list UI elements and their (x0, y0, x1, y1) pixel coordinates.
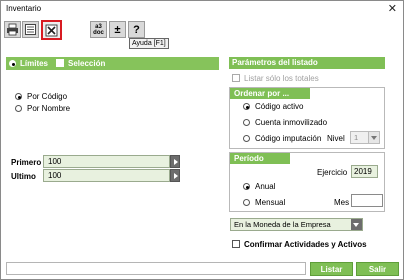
list-icon (25, 24, 36, 35)
primero-lookup-button[interactable] (170, 155, 180, 168)
moneda-select[interactable]: En la Moneda de la Empresa (230, 218, 363, 231)
seleccion-checkbox[interactable] (56, 59, 64, 67)
plus-minus-icon: ± (114, 23, 121, 36)
cuenta-inmovilizado-label: Cuenta inmovilizado (255, 118, 328, 127)
por-codigo-radio[interactable] (15, 93, 22, 100)
help-button[interactable]: ? (128, 21, 145, 38)
mensual-label: Mensual (255, 198, 286, 207)
cuenta-inmovilizado-radio[interactable] (243, 119, 250, 126)
chevron-down-icon (368, 132, 379, 143)
por-codigo-label: Por Código (27, 92, 68, 101)
salir-button[interactable]: Salir (356, 262, 399, 276)
codigo-imputacion-radio[interactable] (243, 135, 250, 142)
plus-minus-button[interactable]: ± (109, 21, 126, 38)
excel-icon (45, 24, 58, 36)
mes-label: Mes (334, 198, 350, 207)
inventario-window: Inventario ✕ a3 doc ± ? Ayuda [F1] Límit… (0, 0, 404, 280)
close-icon[interactable]: ✕ (388, 2, 397, 15)
nivel-value: 1 (354, 133, 359, 142)
por-nombre-label: Por Nombre (27, 104, 71, 113)
title-bar: Inventario ✕ (1, 1, 403, 18)
mes-field[interactable] (351, 194, 383, 207)
primero-label: Primero (11, 158, 42, 167)
codigo-activo-radio[interactable] (243, 103, 250, 110)
print-icon (7, 23, 18, 36)
excel-export-button[interactable] (41, 20, 62, 40)
limites-label: Límites (20, 59, 49, 68)
a3doc-button[interactable]: a3 doc (90, 21, 107, 38)
ultimo-field[interactable]: 100 (43, 169, 170, 182)
list-button[interactable] (22, 21, 39, 38)
help-icon: ? (133, 23, 140, 36)
ordenar-header: Ordenar por ... (230, 88, 310, 99)
codigo-activo-label: Código activo (255, 102, 304, 111)
ultimo-lookup-button[interactable] (170, 169, 180, 182)
ejercicio-label: Ejercicio (317, 168, 348, 177)
confirmar-label: Confirmar Actividades y Activos (244, 240, 367, 249)
print-button[interactable] (4, 21, 21, 38)
anual-label: Anual (255, 182, 276, 191)
confirmar-checkbox[interactable] (232, 240, 240, 248)
window-title: Inventario (6, 4, 42, 13)
moneda-value: En la Moneda de la Empresa (234, 220, 331, 229)
seleccion-label: Selección (68, 59, 106, 68)
listar-button[interactable]: Listar (310, 262, 353, 276)
ultimo-label: Ultimo (11, 172, 36, 181)
listar-totales-label: Listar sólo los totales (244, 74, 319, 83)
codigo-imputacion-label: Código imputación (255, 134, 322, 143)
status-field (6, 262, 306, 275)
ejercicio-field[interactable]: 2019 (351, 165, 378, 178)
nivel-select[interactable]: 1 (350, 131, 380, 144)
selection-mode-bar: Límites Selección (6, 57, 219, 70)
help-tooltip: Ayuda [F1] (129, 38, 169, 49)
a3doc-icon: a3 doc (93, 23, 104, 36)
limites-radio[interactable] (9, 60, 16, 67)
anual-radio[interactable] (243, 183, 250, 190)
periodo-header: Período (230, 153, 290, 164)
por-nombre-radio[interactable] (15, 105, 22, 112)
mensual-radio[interactable] (243, 199, 250, 206)
listar-totales-checkbox[interactable] (232, 74, 240, 82)
chevron-down-icon (351, 219, 362, 230)
nivel-label: Nivel (327, 134, 345, 143)
params-header: Parámetros del listado (229, 57, 385, 69)
primero-field[interactable]: 100 (43, 155, 170, 168)
